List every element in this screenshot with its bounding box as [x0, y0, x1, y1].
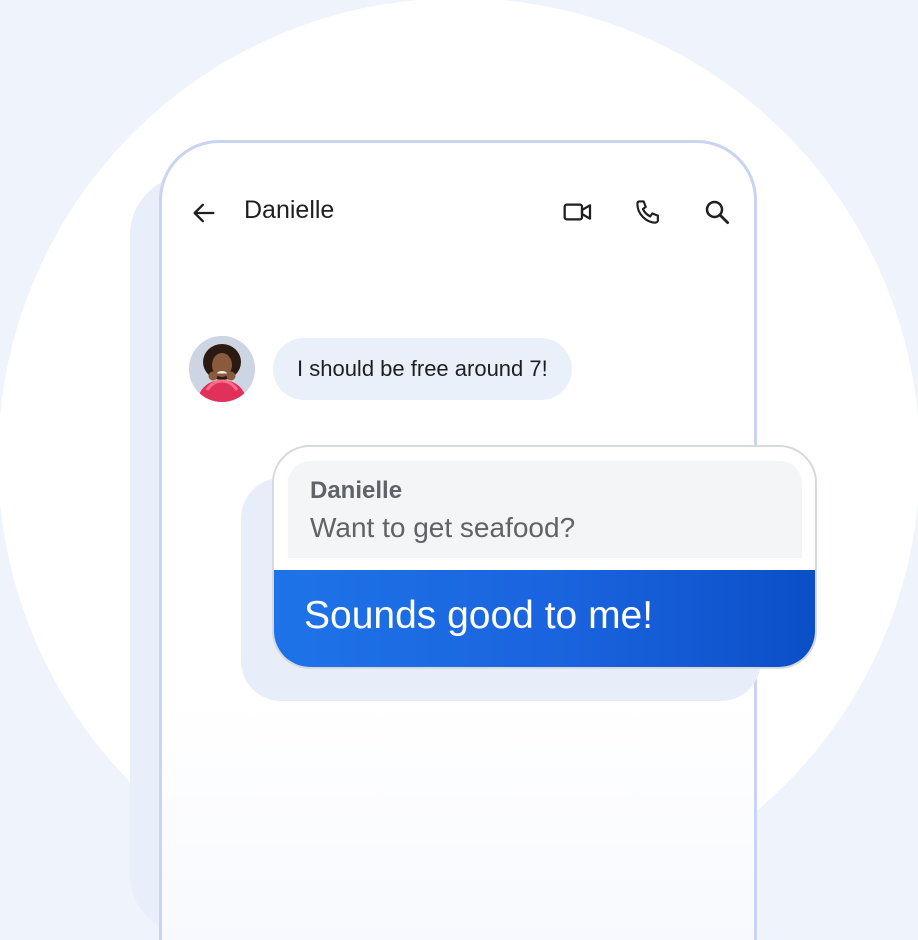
sent-message-bubble[interactable]: Sounds good to me! — [274, 570, 815, 667]
contact-avatar[interactable] — [189, 336, 255, 402]
sent-message-text: Sounds good to me! — [304, 594, 654, 637]
phone-icon[interactable] — [631, 195, 665, 229]
video-call-icon[interactable] — [561, 195, 595, 229]
search-icon[interactable] — [700, 195, 734, 229]
quoted-sender-name: Danielle — [310, 477, 403, 504]
incoming-message-bubble[interactable]: I should be free around 7! — [273, 338, 572, 400]
contact-name[interactable]: Danielle — [244, 196, 334, 225]
conversation-header: Danielle — [162, 143, 754, 283]
back-arrow-icon[interactable] — [188, 197, 220, 229]
reply-message-card[interactable]: Danielle Want to get seafood? Sounds goo… — [272, 445, 817, 669]
quoted-message-text: Want to get seafood? — [310, 512, 576, 543]
quoted-message: Danielle Want to get seafood? — [288, 461, 802, 558]
